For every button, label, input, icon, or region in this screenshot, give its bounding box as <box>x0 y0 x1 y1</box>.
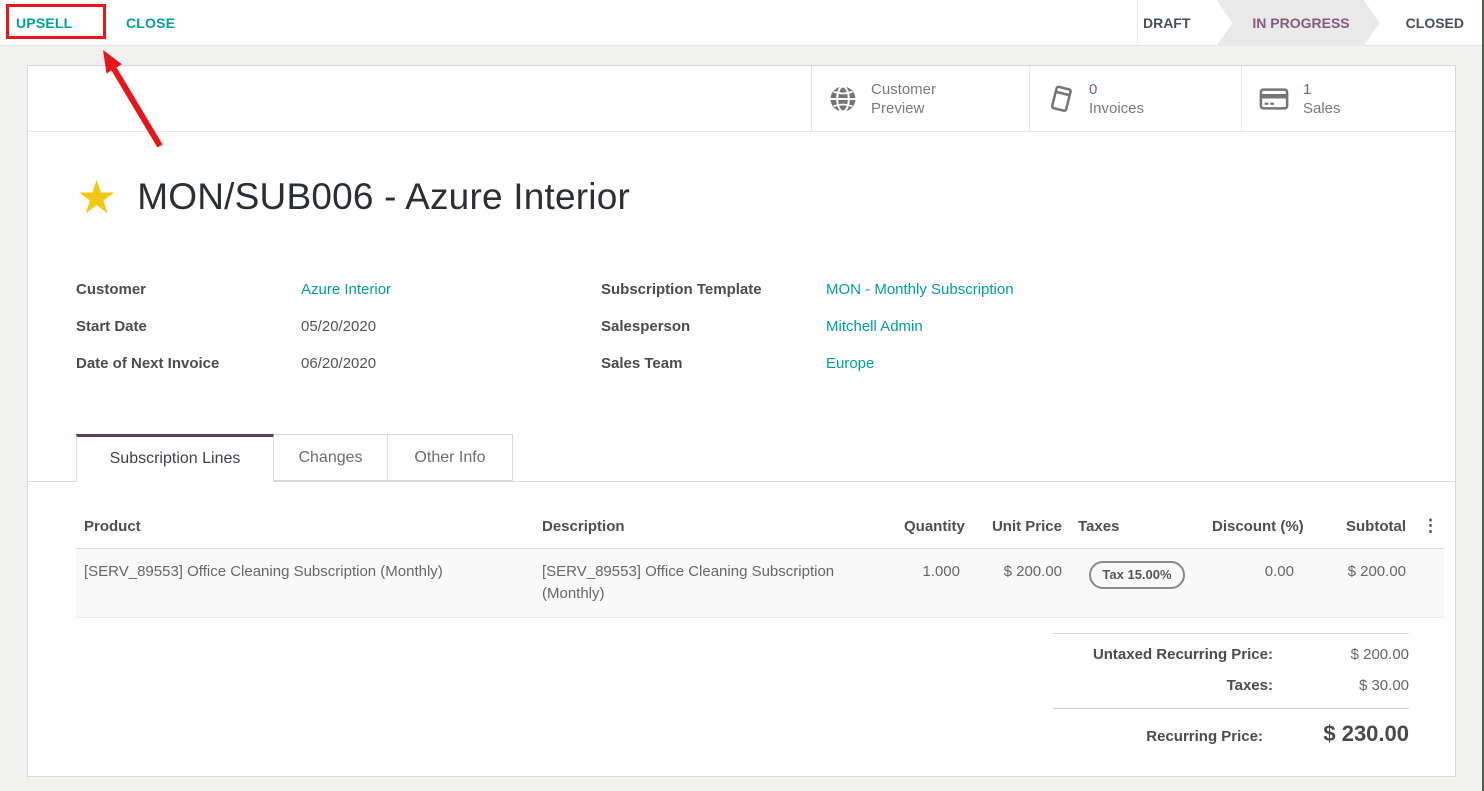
status-draft[interactable]: DRAFT <box>1119 0 1214 46</box>
col-unit-price[interactable]: Unit Price <box>968 506 1070 549</box>
subscription-lines-table: Product Description Quantity Unit Price … <box>76 506 1444 618</box>
button-box: Customer Preview 0 Invoices <box>28 66 1455 132</box>
invoices-label: Invoices <box>1089 99 1181 118</box>
next-invoice-date-value[interactable]: 06/20/2020 <box>301 353 391 375</box>
table-row[interactable]: [SERV_89553] Office Cleaning Subscriptio… <box>76 549 1444 618</box>
invoices-count: 0 <box>1089 80 1181 99</box>
recurring-price-label: Recurring Price: <box>1053 728 1281 745</box>
field-group-left: Customer Azure Interior Start Date 05/20… <box>76 279 391 375</box>
notebook-tabs: Subscription Lines Changes Other Info <box>28 434 1455 482</box>
tab-other-info[interactable]: Other Info <box>388 434 513 481</box>
status-in-progress[interactable]: IN PROGRESS <box>1216 0 1379 46</box>
customer-label: Customer <box>76 279 301 301</box>
statusbar: DRAFT IN PROGRESS CLOSED <box>1137 0 1484 46</box>
recurring-price-value: $ 230.00 <box>1281 721 1409 747</box>
totals-block: Untaxed Recurring Price: $ 200.00 Taxes:… <box>1053 633 1409 761</box>
upsell-button[interactable]: UPSELL <box>16 0 72 46</box>
cell-quantity[interactable]: 1.000 <box>896 549 968 618</box>
page-title: MON/SUB006 - Azure Interior <box>137 176 630 218</box>
cell-description[interactable]: [SERV_89553] Office Cleaning Subscriptio… <box>534 549 896 618</box>
status-closed[interactable]: CLOSED <box>1382 0 1484 46</box>
next-invoice-date-label: Date of Next Invoice <box>76 353 301 375</box>
cell-subtotal[interactable]: $ 200.00 <box>1302 549 1414 618</box>
tab-subscription-lines[interactable]: Subscription Lines <box>76 434 274 482</box>
customer-preview-label: Customer Preview <box>871 80 963 118</box>
subscription-template-value[interactable]: MON - Monthly Subscription <box>826 279 1014 301</box>
col-subtotal[interactable]: Subtotal <box>1302 506 1414 549</box>
col-taxes[interactable]: Taxes <box>1070 506 1204 549</box>
top-control-bar: UPSELL CLOSE DRAFT IN PROGRESS CLOSED <box>0 0 1484 46</box>
sales-team-value[interactable]: Europe <box>826 353 1014 375</box>
untaxed-recurring-value: $ 200.00 <box>1291 646 1409 663</box>
salesperson-label: Salesperson <box>601 316 826 338</box>
sales-button[interactable]: 1 Sales <box>1241 66 1455 131</box>
col-description[interactable]: Description <box>534 506 896 549</box>
credit-card-icon <box>1258 84 1290 114</box>
title-row: ★ MON/SUB006 - Azure Interior <box>76 174 630 220</box>
customer-preview-button[interactable]: Customer Preview <box>811 66 1029 131</box>
col-product[interactable]: Product <box>76 506 534 549</box>
customer-value[interactable]: Azure Interior <box>301 279 391 301</box>
table-header-row: Product Description Quantity Unit Price … <box>76 506 1444 549</box>
book-icon <box>1046 84 1076 114</box>
field-group-right: Subscription Template MON - Monthly Subs… <box>601 279 1014 375</box>
col-discount[interactable]: Discount (%) <box>1204 506 1302 549</box>
cell-taxes[interactable]: Tax 15.00% <box>1070 549 1204 618</box>
sales-team-label: Sales Team <box>601 353 826 375</box>
col-quantity[interactable]: Quantity <box>896 506 968 549</box>
subscription-template-label: Subscription Template <box>601 279 826 301</box>
cell-unit-price[interactable]: $ 200.00 <box>968 549 1070 618</box>
star-icon[interactable]: ★ <box>76 174 117 220</box>
kebab-icon[interactable] <box>1414 506 1444 549</box>
cell-product[interactable]: [SERV_89553] Office Cleaning Subscriptio… <box>76 549 534 618</box>
untaxed-recurring-label: Untaxed Recurring Price: <box>1053 646 1291 663</box>
tab-changes[interactable]: Changes <box>274 434 388 481</box>
invoices-button[interactable]: 0 Invoices <box>1029 66 1241 131</box>
tax-badge[interactable]: Tax 15.00% <box>1089 561 1184 589</box>
close-button[interactable]: CLOSE <box>126 0 175 46</box>
record-sheet: Customer Preview 0 Invoices <box>27 65 1456 777</box>
cell-discount[interactable]: 0.00 <box>1204 549 1302 618</box>
globe-icon <box>828 84 858 114</box>
sales-label: Sales <box>1303 99 1395 118</box>
salesperson-value[interactable]: Mitchell Admin <box>826 316 1014 338</box>
taxes-label: Taxes: <box>1053 677 1291 694</box>
start-date-value[interactable]: 05/20/2020 <box>301 316 391 338</box>
start-date-label: Start Date <box>76 316 301 338</box>
taxes-value: $ 30.00 <box>1291 677 1409 694</box>
sales-count: 1 <box>1303 80 1395 99</box>
